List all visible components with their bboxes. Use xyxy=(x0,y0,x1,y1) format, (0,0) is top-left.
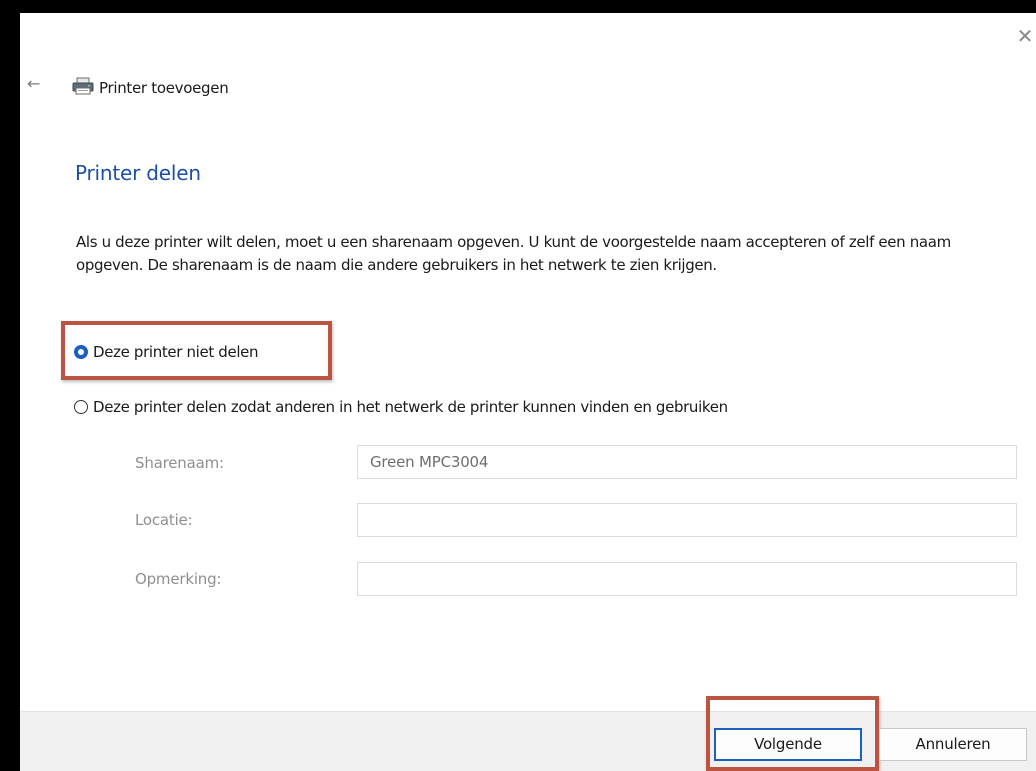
radio-share-label: Deze printer delen zodat anderen in het … xyxy=(93,398,728,416)
comment-input[interactable] xyxy=(357,562,1017,596)
location-label: Locatie: xyxy=(135,511,193,529)
share-name-label: Sharenaam: xyxy=(135,454,224,472)
page-description: Als u deze printer wilt delen, moet u ee… xyxy=(76,233,951,274)
location-input[interactable] xyxy=(357,503,1017,537)
window-title: Printer toevoegen xyxy=(99,79,229,97)
page-heading: Printer delen xyxy=(75,161,201,185)
comment-label: Opmerking: xyxy=(135,570,222,588)
share-name-input[interactable]: Green MPC3004 xyxy=(357,445,1017,479)
next-button[interactable]: Volgende xyxy=(714,728,862,761)
radio-do-not-share-label: Deze printer niet delen xyxy=(93,343,259,361)
radio-checked-indicator[interactable] xyxy=(74,345,88,359)
radio-share[interactable]: Deze printer delen zodat anderen in het … xyxy=(74,397,728,417)
close-icon[interactable]: ✕ xyxy=(1014,25,1036,47)
printer-icon xyxy=(72,77,94,95)
back-arrow-icon[interactable]: ← xyxy=(27,75,45,93)
radio-unchecked-indicator[interactable] xyxy=(74,400,88,414)
add-printer-dialog: ✕ ← Printer toevoegen Printer delen Als … xyxy=(20,13,1036,771)
radio-do-not-share[interactable]: Deze printer niet delen xyxy=(74,342,259,362)
cancel-button[interactable]: Annuleren xyxy=(879,728,1027,761)
